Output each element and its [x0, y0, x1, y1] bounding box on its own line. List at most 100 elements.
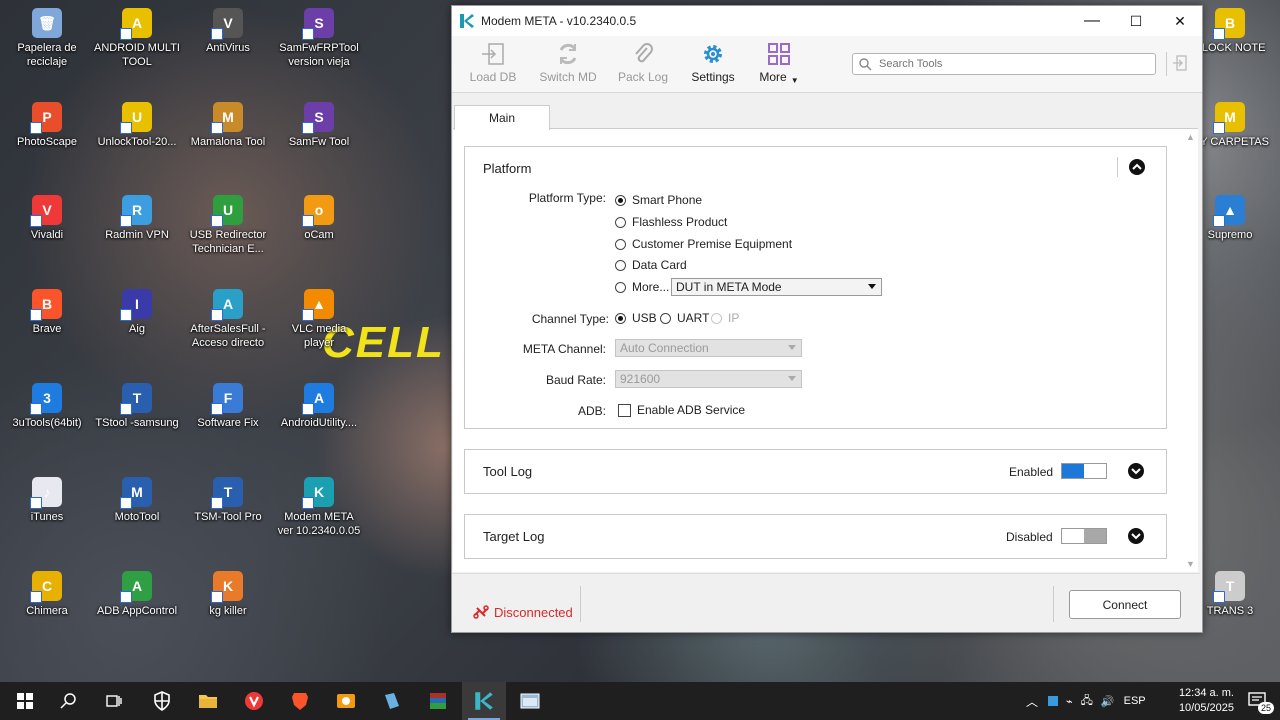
- radio-usb[interactable]: USB: [615, 311, 657, 325]
- expand-target-log-button[interactable]: [1128, 528, 1144, 544]
- desktop-icon[interactable]: F Software Fix: [185, 383, 271, 430]
- radio-more[interactable]: More...: [615, 280, 669, 294]
- title-bar[interactable]: Modem META - v10.2340.0.5 — ☐ ✕: [452, 6, 1202, 36]
- load-db-button[interactable]: Load DB: [458, 40, 528, 84]
- desktop-icon[interactable]: V AntiVirus: [185, 8, 271, 55]
- app-icon: M: [1213, 102, 1245, 134]
- desktop-icon[interactable]: A AndroidUtility....: [276, 383, 362, 430]
- desktop-icon[interactable]: V Vivaldi: [4, 195, 90, 242]
- taskbar-ocam[interactable]: [324, 682, 368, 720]
- app-icon: C: [30, 571, 62, 603]
- close-button[interactable]: ✕: [1158, 6, 1202, 36]
- radio-ip[interactable]: IP: [711, 311, 739, 325]
- notifications-button[interactable]: 25: [1236, 682, 1280, 720]
- desktop-icon[interactable]: R Radmin VPN: [94, 195, 180, 242]
- network-icon[interactable]: 🖧: [1081, 692, 1093, 711]
- taskbar-explorer[interactable]: [186, 682, 230, 720]
- task-view-button[interactable]: [92, 682, 136, 720]
- tab-main[interactable]: Main: [454, 105, 550, 130]
- search-box[interactable]: [852, 53, 1156, 75]
- desktop-icon[interactable]: T TStool -samsung: [94, 383, 180, 430]
- toolbar-separator: [1166, 52, 1167, 76]
- taskbar-vivaldi[interactable]: [232, 682, 276, 720]
- paperclip-icon: [635, 43, 653, 63]
- collapse-platform-button[interactable]: [1129, 159, 1145, 175]
- exit-icon[interactable]: [1172, 54, 1188, 72]
- desktop-icon[interactable]: M Mamalona Tool: [185, 102, 271, 149]
- radio-label: Customer Premise Equipment: [632, 237, 793, 251]
- desktop-icon[interactable]: P PhotoScape: [4, 102, 90, 149]
- volume-icon[interactable]: 🔊: [1101, 695, 1115, 708]
- app-icon: 3: [30, 383, 62, 415]
- radio-smart-phone[interactable]: Smart Phone: [615, 193, 702, 207]
- desktop-icon[interactable]: A ANDROID MULTI TOOL: [94, 8, 180, 69]
- vertical-scrollbar[interactable]: ▲ ▼: [1182, 129, 1198, 572]
- language-indicator[interactable]: ESP: [1124, 695, 1146, 707]
- taskbar-security[interactable]: [140, 682, 184, 720]
- desktop-icon[interactable]: Kkg killer: [185, 571, 271, 618]
- desktop-icon[interactable]: ▲ VLC media player: [276, 289, 362, 350]
- taskbar-app-blue[interactable]: [370, 682, 414, 720]
- desktop-icon[interactable]: T TSM-Tool Pro: [185, 477, 271, 524]
- settings-button[interactable]: Settings: [678, 40, 748, 84]
- desktop-icon[interactable]: A ADB AppControl: [94, 571, 180, 618]
- radio-label: More...: [632, 280, 670, 294]
- pack-log-button[interactable]: Pack Log: [608, 40, 678, 84]
- more-platform-dropdown[interactable]: DUT in META Mode: [671, 278, 882, 296]
- meta-channel-label: META Channel:: [522, 342, 606, 356]
- scroll-up-icon[interactable]: ▲: [1186, 132, 1195, 142]
- desktop-icon[interactable]: 🗑 Papelera de reciclaje: [4, 8, 90, 69]
- desktop-icon[interactable]: o oCam: [276, 195, 362, 242]
- switch-md-button[interactable]: Switch MD: [533, 40, 603, 84]
- tray-overflow-icon[interactable]: ︿: [1026, 693, 1038, 710]
- vivaldi-icon: [245, 692, 263, 710]
- start-button[interactable]: [3, 682, 47, 720]
- taskbar-search-button[interactable]: [47, 682, 91, 720]
- checkbox-label: Enable ADB Service: [637, 403, 746, 417]
- connect-button[interactable]: Connect: [1069, 590, 1181, 619]
- desktop-icon[interactable]: S SamFw Tool: [276, 102, 362, 149]
- enable-adb-checkbox[interactable]: Enable ADB Service: [618, 403, 745, 417]
- app-icon: B: [30, 289, 62, 321]
- desktop-icon[interactable]: M MotoTool: [94, 477, 180, 524]
- radio-dot: [615, 216, 626, 228]
- radio-flashless-product[interactable]: Flashless Product: [615, 215, 727, 229]
- scroll-down-icon[interactable]: ▼: [1186, 559, 1195, 569]
- baud-rate-dropdown[interactable]: 921600: [615, 370, 802, 388]
- maximize-button[interactable]: ☐: [1114, 6, 1158, 36]
- meta-channel-dropdown[interactable]: Auto Connection: [615, 339, 802, 357]
- taskbar-modem-meta[interactable]: [462, 682, 506, 720]
- desktop-icon[interactable]: S SamFwFRPTool version vieja: [276, 8, 362, 69]
- desktop-icon[interactable]: U UnlockTool-20...: [94, 102, 180, 149]
- radio-uart[interactable]: UART: [660, 311, 709, 325]
- taskbar-winrar[interactable]: [416, 682, 460, 720]
- desktop-icon[interactable]: K Modem META ver 10.2340.0.05: [276, 477, 362, 538]
- radio-label: Flashless Product: [632, 215, 728, 229]
- window-title: Modem META - v10.2340.0.5: [481, 14, 637, 28]
- desktop-icon[interactable]: I Aig: [94, 289, 180, 336]
- taskbar-app-window[interactable]: [508, 682, 552, 720]
- tool-log-toggle[interactable]: [1061, 463, 1107, 479]
- desktop-icon[interactable]: 3 3uTools(64bit): [4, 383, 90, 430]
- search-input[interactable]: [877, 57, 1151, 71]
- tray-app-icon[interactable]: [1048, 696, 1059, 706]
- dropdown-arrow-icon: [788, 345, 796, 350]
- clock[interactable]: 12:34 a. m. 10/05/2025: [1179, 686, 1234, 716]
- usb-icon[interactable]: ⌁: [1066, 695, 1073, 708]
- channel-type-label: Channel Type:: [531, 312, 609, 326]
- taskbar-brave[interactable]: [278, 682, 322, 720]
- desktop-icon[interactable]: A AfterSalesFull - Acceso directo: [185, 289, 271, 350]
- connection-status: Disconnected: [472, 604, 573, 620]
- radio-customer-premise-equipment[interactable]: Customer Premise Equipment: [615, 237, 792, 251]
- desktop-icon[interactable]: B Brave: [4, 289, 90, 336]
- desktop-icon[interactable]: U USB Redirector Technician E...: [185, 195, 271, 256]
- desktop-icon[interactable]: C Chimera: [4, 571, 90, 618]
- expand-tool-log-button[interactable]: [1128, 463, 1144, 479]
- desktop-icon[interactable]: ♪ iTunes: [4, 477, 90, 524]
- minimize-button[interactable]: —: [1070, 6, 1114, 36]
- desktop-icon-label: TSM-Tool Pro: [194, 511, 262, 523]
- desktop-icon-label: Mamalona Tool: [190, 136, 266, 148]
- more-button[interactable]: More ▼: [744, 40, 814, 85]
- radio-data-card[interactable]: Data Card: [615, 258, 687, 272]
- target-log-toggle[interactable]: [1061, 528, 1107, 544]
